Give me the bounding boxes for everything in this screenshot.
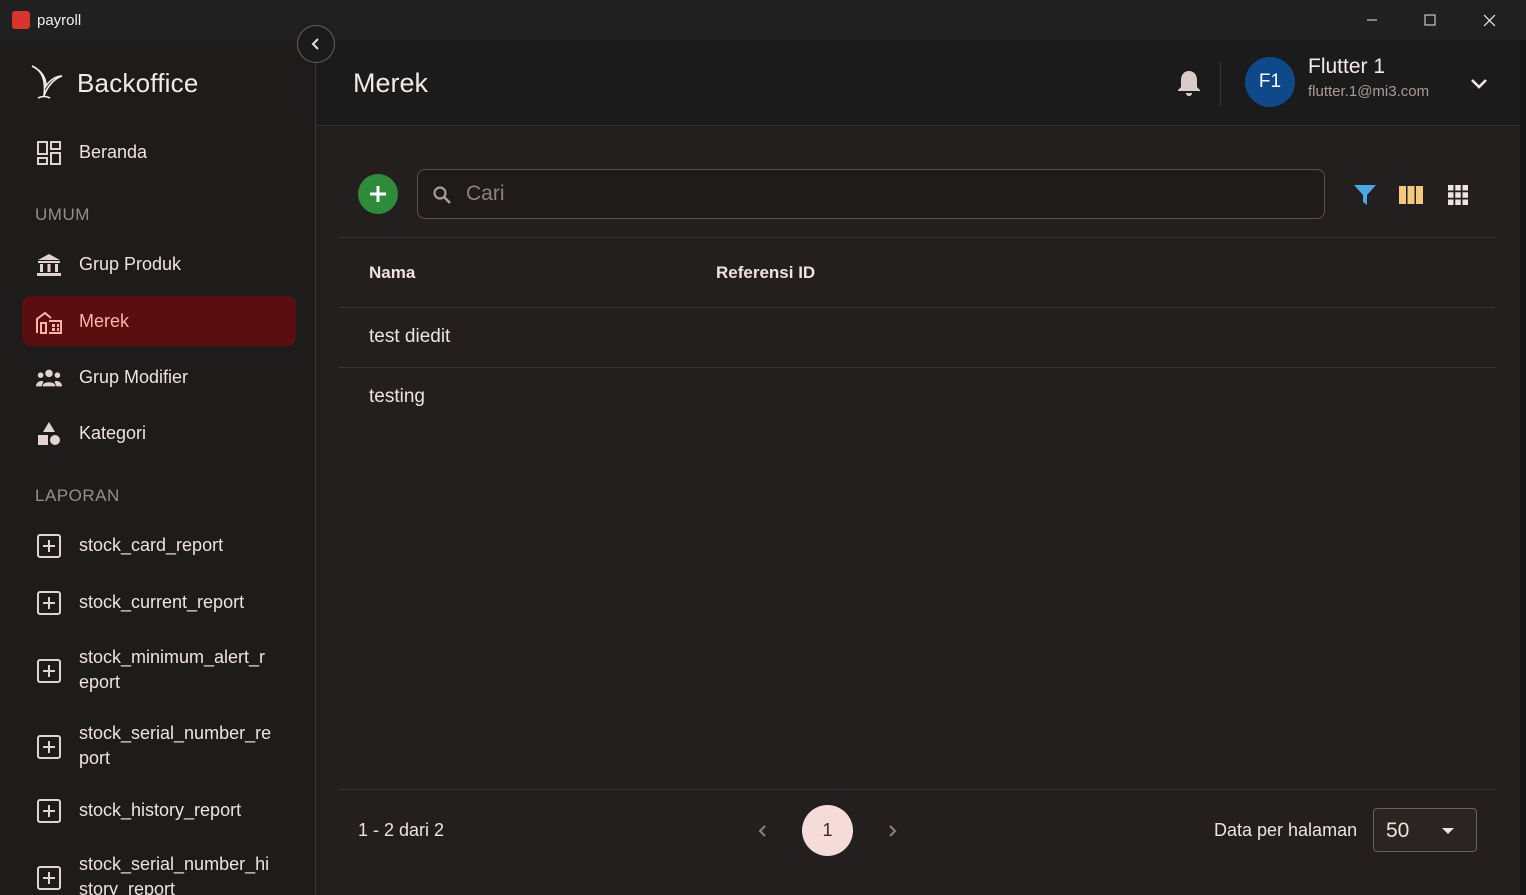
notification-button[interactable]	[1176, 69, 1202, 97]
section-label-laporan: LAPORAN	[35, 486, 120, 505]
sidebar-item-label: stock_minimum_alert_r eport	[79, 647, 266, 692]
main-content: Nama Referensi ID test diedit testing 1 …	[316, 127, 1520, 895]
sidebar-item-stock-serial-number-report[interactable]: stock_serial_number_re port	[22, 719, 296, 775]
filter-icon	[1354, 185, 1376, 205]
window-title: payroll	[37, 12, 82, 29]
minimize-icon	[1367, 19, 1377, 21]
add-button[interactable]	[358, 174, 398, 214]
sidebar-item-label: Grup Modifier	[79, 366, 189, 387]
sidebar-item-stock-minimum-alert-report[interactable]: stock_minimum_alert_r eport	[22, 643, 296, 699]
view-column-icon	[1399, 186, 1423, 204]
per-page-value: 50	[1386, 819, 1410, 842]
pagination-range: 1 - 2 dari 2	[358, 820, 445, 840]
window-titlebar: payroll	[0, 0, 1526, 40]
add-box-icon	[35, 589, 63, 617]
current-page-button[interactable]: 1	[802, 805, 853, 856]
table-row[interactable]: test diedit	[339, 308, 1495, 368]
add-box-icon	[35, 657, 63, 685]
sidebar-item-label: stock_history_report	[79, 799, 242, 820]
sidebar-item-label: stock_serial_number_hi story_report	[79, 854, 270, 895]
columns-button[interactable]	[1398, 182, 1424, 208]
brand[interactable]: Backoffice	[28, 62, 198, 102]
user-name: Flutter 1	[1308, 55, 1386, 78]
app-logo-icon	[12, 11, 30, 29]
add-box-icon	[35, 864, 63, 892]
user-email: flutter.1@mi3.com	[1308, 83, 1430, 100]
page-title: Merek	[353, 68, 429, 98]
sidebar-item-grup-modifier[interactable]: Grup Modifier	[22, 352, 296, 402]
column-header-referensi-id[interactable]: Referensi ID	[716, 263, 815, 283]
brand-name: Backoffice	[77, 68, 199, 98]
column-header-nama[interactable]: Nama	[369, 263, 415, 283]
sidebar-item-label: stock_card_report	[79, 534, 224, 555]
cell-nama: testing	[369, 386, 425, 407]
maximize-icon	[1424, 14, 1436, 26]
sidebar-item-kategori[interactable]: Kategori	[22, 408, 296, 458]
add-box-icon	[35, 797, 63, 825]
caret-down-icon	[1442, 828, 1454, 834]
sidebar-item-merek[interactable]: Merek	[22, 296, 296, 346]
sidebar-item-label: Grup Produk	[79, 253, 182, 274]
maximize-button[interactable]	[1401, 0, 1459, 40]
table-header: Nama Referensi ID	[339, 237, 1495, 308]
store-icon	[35, 308, 63, 336]
shapes-icon	[35, 420, 63, 448]
header-divider	[1220, 62, 1221, 106]
bank-icon	[35, 251, 63, 279]
avatar[interactable]: F1	[1245, 57, 1295, 107]
next-page-button[interactable]	[881, 820, 903, 842]
sidebar-item-label: Beranda	[79, 141, 148, 162]
top-header: Merek F1 Flutter 1 flutter.1@mi3.com	[316, 40, 1520, 126]
close-icon	[1483, 14, 1495, 26]
sidebar-item-stock-serial-number-history-report[interactable]: stock_serial_number_hi story_report	[22, 852, 296, 895]
previous-page-button[interactable]	[752, 820, 774, 842]
grid-icon	[1448, 185, 1468, 205]
per-page-select[interactable]: 50	[1373, 808, 1477, 852]
search-box	[417, 169, 1325, 219]
sidebar-item-grup-produk[interactable]: Grup Produk	[22, 239, 296, 289]
grid-view-button[interactable]	[1445, 182, 1471, 208]
cell-nama: test diedit	[369, 326, 451, 347]
collapse-sidebar-button[interactable]	[297, 25, 335, 63]
filter-button[interactable]	[1352, 182, 1378, 208]
sidebar-item-stock-history-report[interactable]: stock_history_report	[22, 785, 296, 835]
sidebar-item-stock-current-report[interactable]: stock_current_report	[22, 577, 296, 627]
chevron-right-icon	[889, 825, 897, 837]
chevron-left-icon	[311, 38, 319, 50]
sidebar: Backoffice Beranda UMUM Grup Produk Mere…	[0, 40, 316, 895]
sidebar-item-label: stock_current_report	[79, 591, 245, 612]
bell-icon	[1178, 71, 1200, 96]
plus-icon	[370, 186, 386, 202]
dashboard-icon	[35, 139, 63, 167]
brand-logo-icon	[31, 65, 63, 99]
groups-icon	[35, 364, 63, 392]
sidebar-item-beranda[interactable]: Beranda	[22, 127, 296, 177]
user-menu-button[interactable]	[1468, 72, 1490, 94]
table-row[interactable]: testing	[339, 368, 1495, 428]
chevron-down-icon	[1471, 79, 1487, 89]
sidebar-item-label: stock_serial_number_re port	[79, 723, 272, 768]
sidebar-item-label: Merek	[79, 310, 130, 331]
add-box-icon	[35, 532, 63, 560]
sidebar-item-stock-card-report[interactable]: stock_card_report	[22, 520, 296, 570]
chevron-left-icon	[758, 825, 766, 837]
add-box-icon	[35, 733, 63, 761]
search-input[interactable]	[466, 170, 1306, 218]
section-label-umum: UMUM	[35, 205, 90, 224]
close-button[interactable]	[1460, 0, 1518, 40]
search-icon	[433, 186, 451, 204]
window-edge	[1520, 40, 1526, 895]
sidebar-item-label: Kategori	[79, 422, 147, 443]
minimize-button[interactable]	[1343, 0, 1401, 40]
per-page-label: Data per halaman	[1214, 820, 1358, 840]
pagination-bar: 1 - 2 dari 2 1 Data per halaman 50	[339, 789, 1495, 871]
